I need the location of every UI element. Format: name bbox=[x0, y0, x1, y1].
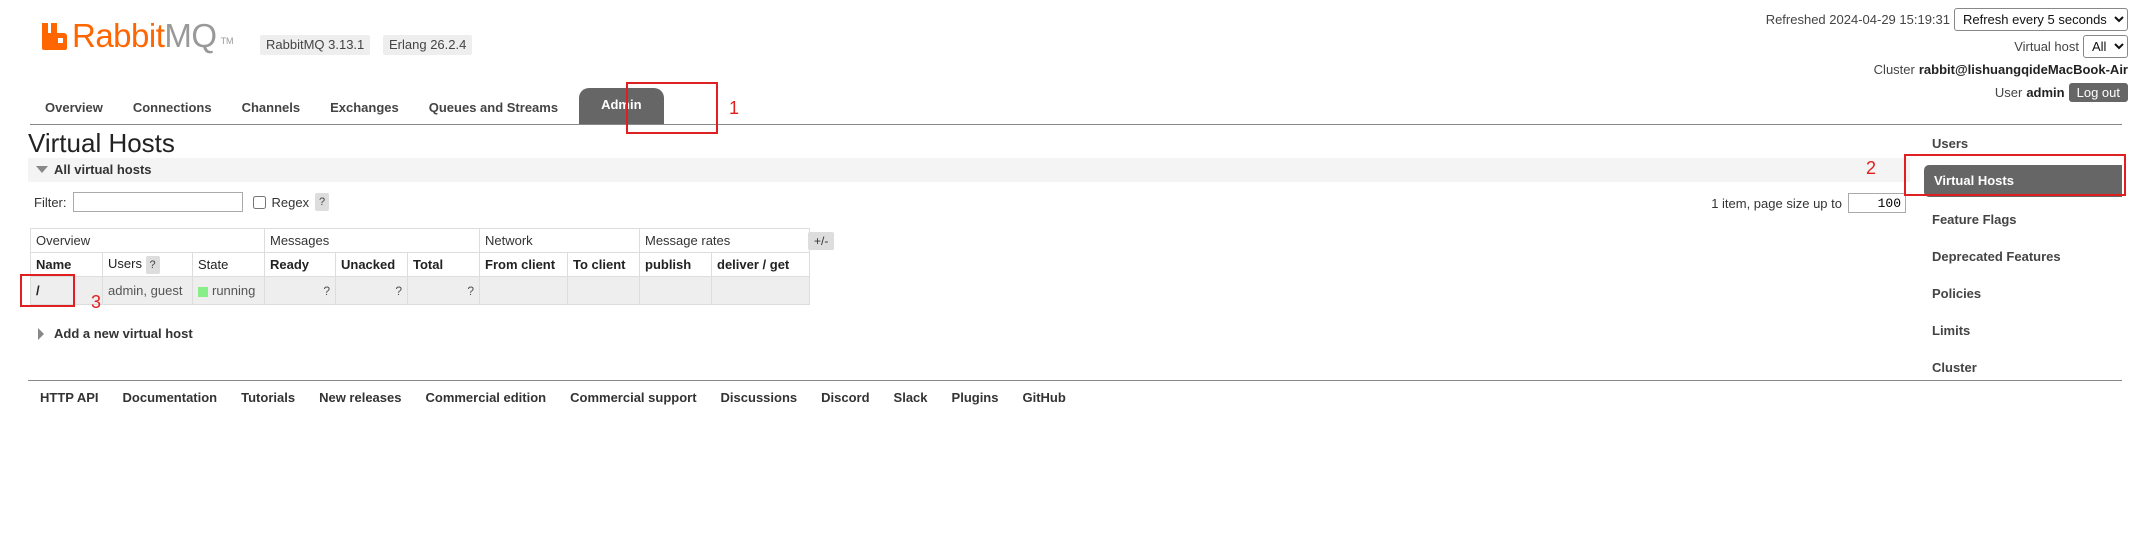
refresh-row: Refreshed 2024-04-29 15:19:31 Refresh ev… bbox=[1766, 8, 2128, 31]
section-label: All virtual hosts bbox=[54, 162, 152, 177]
regex-help-icon[interactable]: ? bbox=[315, 193, 330, 211]
running-status-icon bbox=[198, 286, 208, 297]
sidebar-item-deprecated-features[interactable]: Deprecated Features bbox=[1922, 239, 2122, 276]
logo-trademark: TM bbox=[220, 36, 234, 46]
annotation-number-3: 3 bbox=[91, 292, 102, 312]
sidebar-item-policies[interactable]: Policies bbox=[1922, 276, 2122, 313]
col-from-client[interactable]: From client bbox=[479, 252, 568, 277]
tabs-divider bbox=[30, 124, 2122, 125]
footer-link-github[interactable]: GitHub bbox=[1022, 390, 1065, 405]
cluster-row: Cluster rabbit@lishuangqideMacBook-Air bbox=[1874, 62, 2128, 77]
refresh-interval-select[interactable]: Refresh every 5 seconds bbox=[1954, 8, 2128, 31]
user-label: User bbox=[1994, 85, 2023, 100]
col-to-client[interactable]: To client bbox=[567, 252, 640, 277]
table-row: / admin, guest running ? ? ? bbox=[30, 276, 810, 305]
rabbitmq-logo[interactable]: RabbitMQ TM bbox=[40, 18, 234, 54]
vhost-label: Virtual host bbox=[2014, 39, 2079, 54]
filter-row: Filter: Regex ? bbox=[34, 192, 330, 212]
col-name[interactable]: Name bbox=[30, 252, 103, 277]
all-virtual-hosts-section-toggle[interactable]: All virtual hosts bbox=[28, 158, 1910, 182]
vhost-row: Virtual host All bbox=[2014, 35, 2128, 58]
footer-links: HTTP API Documentation Tutorials New rel… bbox=[40, 390, 1090, 405]
user-row: User admin Log out bbox=[1995, 83, 2128, 102]
col-deliver-get[interactable]: deliver / get bbox=[711, 252, 810, 277]
vhost-users: admin, guest bbox=[102, 276, 193, 305]
vhost-select[interactable]: All bbox=[2083, 35, 2128, 58]
annotation-box-admin-tab bbox=[626, 82, 718, 134]
col-users: Users ? bbox=[102, 252, 193, 277]
vhost-unacked: ? bbox=[335, 276, 408, 305]
annotation-box-virtual-hosts bbox=[1904, 154, 2126, 196]
cluster-name: rabbit@lishuangqideMacBook-Air bbox=[1918, 62, 2128, 77]
pagination: 1 item, page size up to bbox=[1711, 193, 1906, 213]
erlang-version-badge: Erlang 26.2.4 bbox=[383, 35, 473, 55]
table-group-header-row: Overview Messages Network Message rates bbox=[30, 228, 810, 253]
refreshed-timestamp: Refreshed 2024-04-29 15:19:31 bbox=[1765, 12, 1950, 27]
expand-triangle-icon bbox=[38, 327, 44, 340]
sidebar-item-limits[interactable]: Limits bbox=[1922, 313, 2122, 350]
footer-link-documentation[interactable]: Documentation bbox=[123, 390, 218, 405]
page-title: Virtual Hosts bbox=[28, 128, 175, 158]
tab-channels[interactable]: Channels bbox=[227, 88, 316, 124]
vhost-state: running bbox=[192, 276, 265, 305]
footer-link-commercial-edition[interactable]: Commercial edition bbox=[425, 390, 546, 405]
logo-text-rabbit: Rabbit bbox=[72, 17, 165, 54]
footer-link-new-releases[interactable]: New releases bbox=[319, 390, 401, 405]
col-total[interactable]: Total bbox=[407, 252, 480, 277]
group-messages: Messages bbox=[264, 228, 480, 253]
footer-link-discussions[interactable]: Discussions bbox=[721, 390, 798, 405]
col-publish[interactable]: publish bbox=[639, 252, 712, 277]
regex-label: Regex bbox=[271, 194, 310, 210]
col-ready[interactable]: Ready bbox=[264, 252, 336, 277]
vhost-ready: ? bbox=[264, 276, 336, 305]
logout-button[interactable]: Log out bbox=[2068, 83, 2128, 102]
group-overview: Overview bbox=[30, 228, 265, 253]
regex-checkbox[interactable] bbox=[252, 195, 266, 209]
col-state[interactable]: State bbox=[192, 252, 265, 277]
filter-label: Filter: bbox=[34, 194, 67, 210]
rabbitmq-version-badge: RabbitMQ 3.13.1 bbox=[260, 35, 371, 55]
vhost-to-client bbox=[567, 276, 640, 305]
vhost-state-label: running bbox=[212, 283, 256, 298]
add-virtual-host-toggle[interactable]: Add a new virtual host bbox=[38, 326, 193, 341]
collapse-triangle-icon bbox=[36, 166, 48, 173]
users-help-icon[interactable]: ? bbox=[145, 255, 160, 274]
tab-overview[interactable]: Overview bbox=[30, 88, 118, 124]
col-unacked[interactable]: Unacked bbox=[335, 252, 408, 277]
vhost-deliver-get bbox=[711, 276, 810, 305]
sidebar-item-cluster[interactable]: Cluster bbox=[1922, 350, 2122, 387]
group-network: Network bbox=[479, 228, 640, 253]
add-virtual-host-label: Add a new virtual host bbox=[54, 326, 193, 341]
group-message-rates: Message rates bbox=[639, 228, 810, 253]
tab-queues-and-streams[interactable]: Queues and Streams bbox=[414, 88, 573, 124]
user-name: admin bbox=[2026, 85, 2065, 100]
main-tabs: Overview Connections Channels Exchanges … bbox=[30, 88, 670, 124]
vhost-publish bbox=[639, 276, 712, 305]
footer-link-http-api[interactable]: HTTP API bbox=[40, 390, 99, 405]
column-options-button[interactable]: +/- bbox=[808, 232, 835, 250]
cluster-label: Cluster bbox=[1873, 62, 1915, 77]
footer-link-commercial-support[interactable]: Commercial support bbox=[570, 390, 696, 405]
vhost-from-client bbox=[479, 276, 568, 305]
sidebar-item-feature-flags[interactable]: Feature Flags bbox=[1922, 202, 2122, 239]
tab-exchanges[interactable]: Exchanges bbox=[315, 88, 414, 124]
annotation-number-1: 1 bbox=[729, 98, 740, 118]
pagination-label: 1 item, page size up to bbox=[1711, 195, 1842, 211]
rabbitmq-logo-icon bbox=[40, 21, 68, 51]
footer-link-tutorials[interactable]: Tutorials bbox=[241, 390, 295, 405]
page-size-input[interactable] bbox=[1848, 193, 1906, 213]
col-users-label: Users bbox=[108, 255, 142, 271]
footer-link-discord[interactable]: Discord bbox=[821, 390, 869, 405]
virtual-hosts-table: Overview Messages Network Message rates … bbox=[30, 228, 810, 305]
tab-connections[interactable]: Connections bbox=[118, 88, 227, 124]
logo-text-mq: MQ bbox=[164, 17, 217, 54]
table-column-header-row: Name Users ? State Ready Unacked Total F… bbox=[30, 252, 810, 277]
footer-link-slack[interactable]: Slack bbox=[894, 390, 928, 405]
footer-link-plugins[interactable]: Plugins bbox=[952, 390, 999, 405]
filter-input[interactable] bbox=[72, 192, 243, 212]
annotation-box-vhost-name bbox=[20, 274, 75, 307]
footer-divider bbox=[28, 380, 2122, 381]
annotation-number-2: 2 bbox=[1866, 158, 1877, 178]
vhost-total: ? bbox=[407, 276, 480, 305]
